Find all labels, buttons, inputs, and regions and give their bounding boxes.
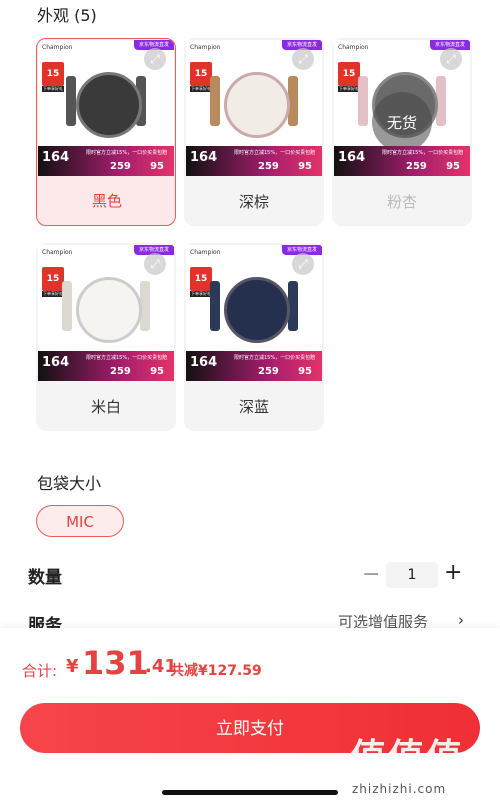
variant-label: 粉杏	[386, 193, 417, 211]
variant-thumbnail: Champion 京东物流直发 15 下单享好礼 164 限时官方立减15%，一…	[186, 40, 322, 176]
sold-out-badge: 无货	[372, 92, 432, 152]
bag-image	[76, 277, 142, 343]
variant-label: 深蓝	[238, 398, 269, 416]
zoom-icon[interactable]: ⤢	[144, 253, 166, 275]
variant-dark-brown[interactable]: Champion 京东物流直发 15 下单享好礼 164 限时官方立减15%，一…	[184, 38, 324, 226]
size-option-mic[interactable]: MIC	[36, 505, 124, 537]
variant-label: 深棕	[238, 193, 269, 211]
bag-strap	[210, 76, 220, 126]
bag-image	[224, 277, 290, 343]
total-integer: 131	[82, 644, 149, 682]
watermark-logo: 值值值	[350, 737, 465, 778]
quantity-increase-button[interactable]: +	[444, 560, 462, 585]
variant-thumbnail: Champion 京东物流直发 15 下单享好礼 164 限时官方立减15%，一…	[38, 245, 174, 381]
total-label: 合计:	[22, 662, 58, 680]
variant-pink-apricot[interactable]: Champion 京东物流直发 15 下单享好礼 无货 164 限时官方立减15…	[332, 38, 472, 226]
appearance-title: 外观 (5)	[37, 6, 97, 25]
zoom-icon[interactable]: ⤢	[144, 48, 166, 70]
watermark-url: zhizhizhi.com	[352, 782, 447, 796]
variant-label: 黑色	[91, 192, 122, 210]
zoom-icon[interactable]: ⤢	[440, 48, 462, 70]
bag-strap	[358, 76, 368, 126]
discount-amount: 共减¥127.59	[170, 663, 262, 679]
home-indicator[interactable]	[162, 790, 338, 795]
quantity-decrease-button[interactable]: −	[362, 562, 380, 587]
bag-image	[76, 72, 142, 138]
quantity-input[interactable]: 1	[386, 562, 438, 588]
variant-thumbnail: Champion 京东物流直发 15 下单享好礼 无货 164 限时官方立减15…	[334, 40, 470, 176]
quantity-label: 数量	[28, 568, 62, 588]
bag-size-title: 包袋大小	[37, 474, 102, 493]
chevron-right-icon[interactable]: ›	[458, 611, 464, 629]
zoom-icon[interactable]: ⤢	[292, 253, 314, 275]
variant-black[interactable]: Champion 京东物流直发 15 下单享好礼 164 限时官方立减15%，一…	[36, 38, 176, 226]
variant-off-white[interactable]: Champion 京东物流直发 15 下单享好礼 164 限时官方立减15%，一…	[36, 243, 176, 431]
bag-image	[224, 72, 290, 138]
variant-thumbnail: Champion 京东物流直发 15 下单享好礼 164 限时官方立减15%，一…	[38, 40, 174, 176]
variant-thumbnail: Champion 京东物流直发 15 下单享好礼 164 限时官方立减15%，一…	[186, 245, 322, 381]
variant-navy[interactable]: Champion 京东物流直发 15 下单享好礼 164 限时官方立减15%，一…	[184, 243, 324, 431]
bag-strap	[66, 76, 76, 126]
variant-label: 米白	[90, 398, 121, 416]
bag-strap	[210, 281, 220, 331]
bag-strap	[62, 281, 72, 331]
currency-symbol: ¥	[66, 656, 79, 677]
zoom-icon[interactable]: ⤢	[292, 48, 314, 70]
